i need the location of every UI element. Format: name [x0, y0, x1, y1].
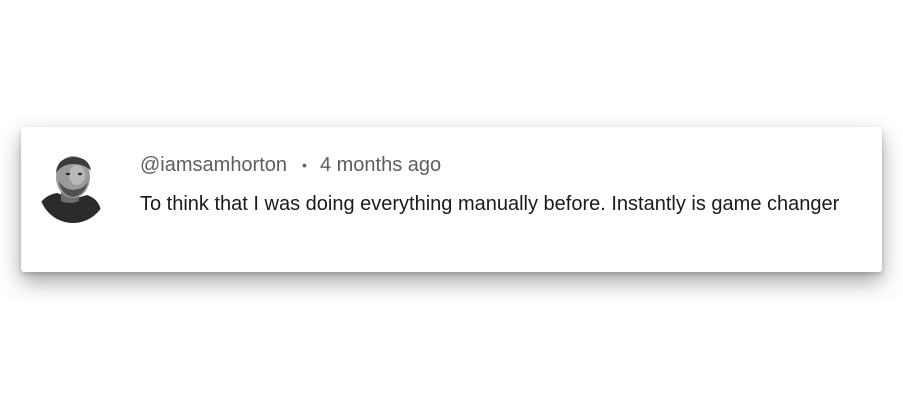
comment-text: To think that I was doing everything man…: [140, 193, 840, 215]
comment-timestamp[interactable]: 4 months ago: [320, 154, 441, 177]
comment-meta: @iamsamhorton • 4 months ago: [140, 150, 878, 180]
avatar-photo-icon: [39, 155, 101, 223]
author-handle[interactable]: @iamsamhorton: [140, 154, 287, 177]
comment-card: @iamsamhorton • 4 months ago To think th…: [21, 127, 882, 272]
avatar[interactable]: [39, 155, 101, 223]
meta-separator: •: [302, 157, 307, 173]
comment-body: @iamsamhorton • 4 months ago To think th…: [140, 150, 878, 221]
page: @iamsamhorton • 4 months ago To think th…: [0, 0, 903, 400]
